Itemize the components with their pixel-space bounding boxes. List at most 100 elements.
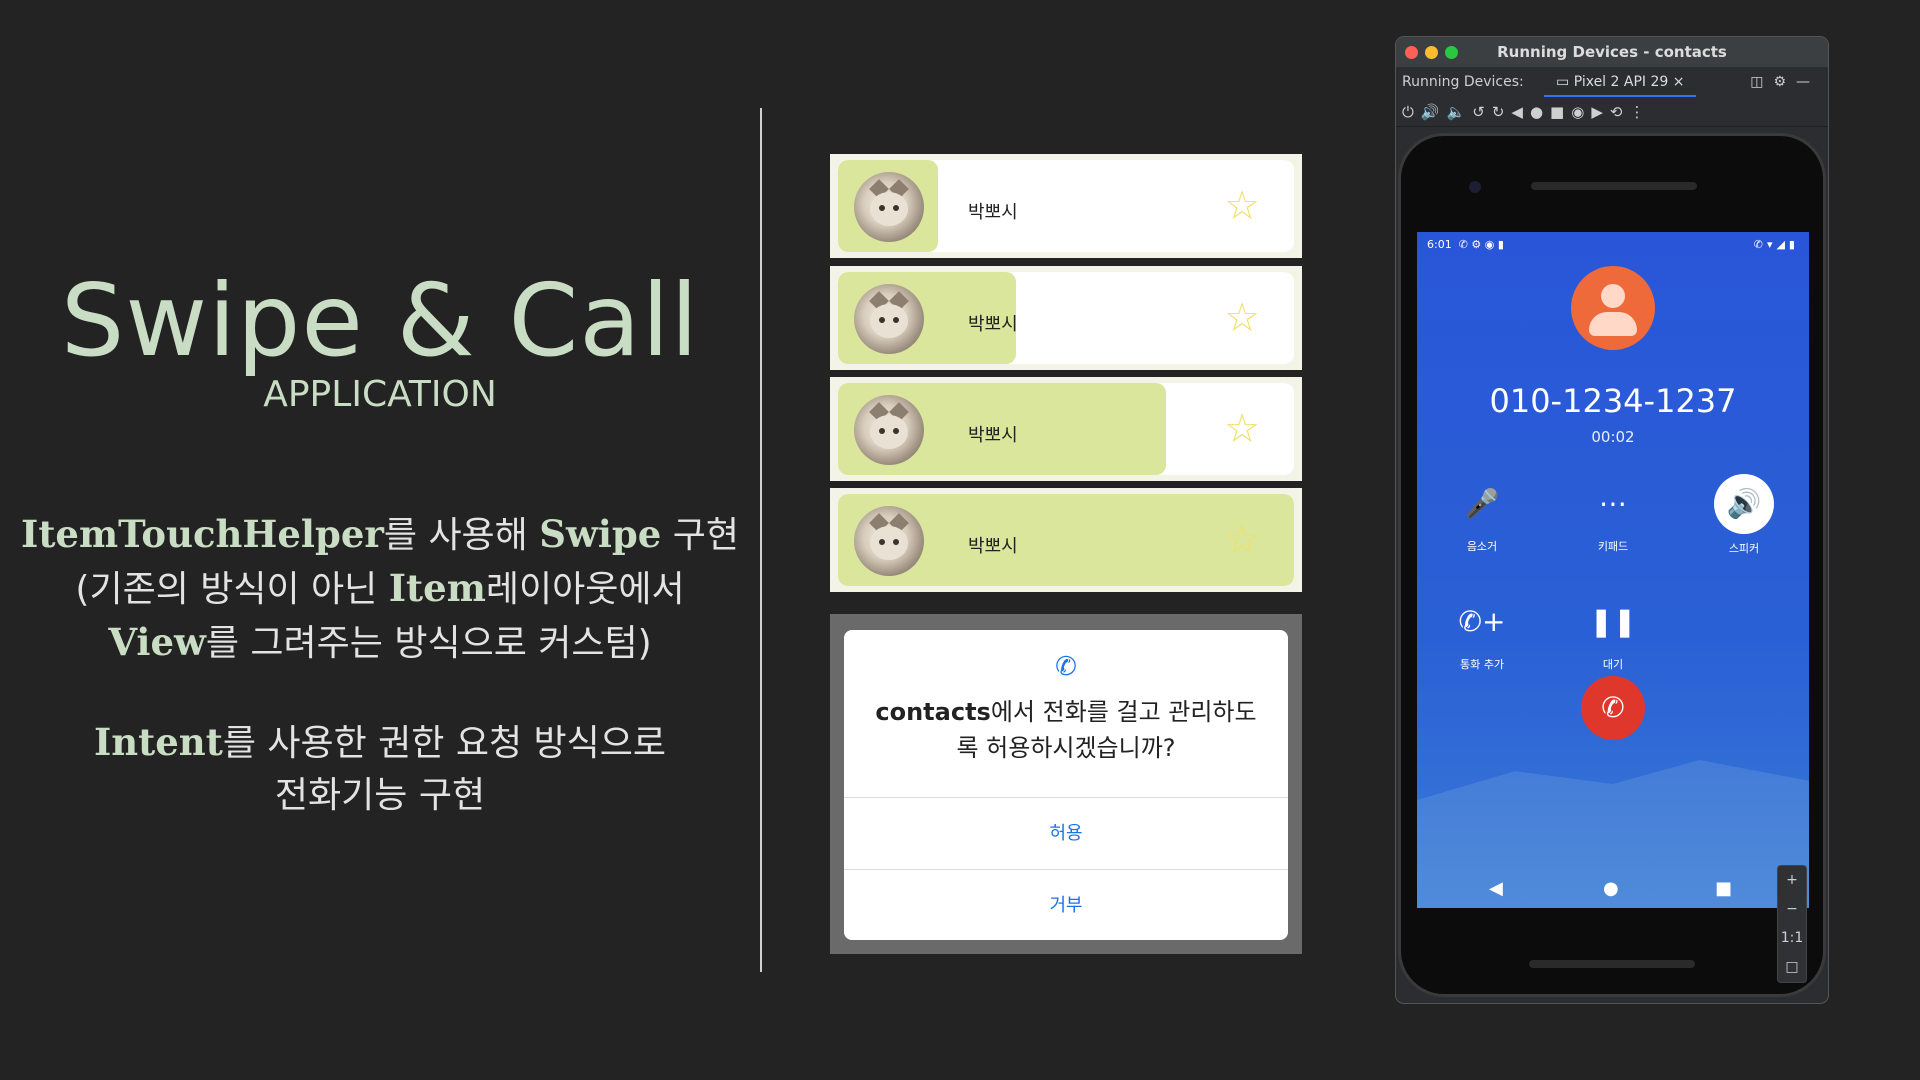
close-tab-icon[interactable]: × — [1673, 74, 1685, 90]
contact-card[interactable]: 박뽀시 ☆ — [838, 272, 1294, 364]
hide-icon[interactable]: — — [1796, 74, 1820, 90]
bold-term: Item — [388, 566, 486, 610]
record-icon[interactable]: ▶ — [1591, 103, 1610, 121]
emulator-window: Running Devices - contacts Running Devic… — [1395, 36, 1829, 1004]
desc-line: Intent를 사용한 권한 요청 방식으로 — [0, 716, 760, 770]
hold-button[interactable]: ❚❚ 대기 — [1568, 594, 1658, 672]
permission-dialog-overlay: ✆ contacts에서 전화를 걸고 관리하도 록 허용하시겠습니까? 허용 … — [830, 614, 1302, 954]
slide-title: Swipe & Call — [60, 262, 700, 379]
gear-icon[interactable]: ⚙ — [1773, 74, 1796, 90]
contact-card[interactable]: 박뽀시 ☆ — [838, 494, 1294, 586]
contact-avatar — [854, 395, 924, 465]
more-icon[interactable]: ⋮ — [1629, 103, 1651, 121]
status-icons-left: ✆ ⚙ ◉ ▮ — [1451, 238, 1504, 251]
text: (기존의 방식이 아닌 — [75, 569, 389, 610]
person-head — [1601, 284, 1625, 308]
dialog-message: contacts에서 전화를 걸고 관리하도 록 허용하시겠습니까? — [844, 694, 1288, 766]
bold-term: View — [108, 620, 206, 664]
contact-avatar — [854, 172, 924, 242]
zoom-actual-size-button[interactable]: 1:1 — [1778, 924, 1806, 953]
list-item[interactable]: 박뽀시 ☆ — [830, 488, 1302, 592]
keypad-button[interactable]: ⋯ 키패드 — [1568, 476, 1658, 554]
volume-down-icon[interactable]: 🔈 — [1447, 103, 1473, 121]
description-swipe: ItemTouchHelper를 사용해 Swipe 구현 (기존의 방식이 아… — [0, 508, 760, 670]
dialpad-icon: ⋯ — [1599, 487, 1627, 520]
mute-button[interactable]: 🎤 음소거 — [1437, 476, 1527, 554]
nav-back-icon[interactable]: ◀ — [1489, 878, 1503, 899]
camera-icon[interactable]: ◉ — [1571, 103, 1591, 121]
speaker-button[interactable]: 🔊 스피커 — [1699, 474, 1789, 556]
tab-label: Pixel 2 API 29 — [1573, 74, 1669, 90]
deny-button[interactable]: 거부 — [844, 870, 1288, 940]
nav-recents-icon[interactable]: ■ — [1715, 878, 1732, 899]
allow-button[interactable]: 허용 — [844, 798, 1288, 870]
star-outline-icon[interactable]: ☆ — [1224, 298, 1260, 338]
volume-up-icon[interactable]: 🔊 — [1421, 103, 1447, 121]
text: 를 그려주는 방식으로 커스텀) — [205, 623, 652, 664]
contact-name: 박뽀시 — [968, 536, 1018, 557]
nav-home-icon[interactable]: ● — [1603, 878, 1619, 899]
zoom-in-button[interactable]: + — [1778, 866, 1806, 895]
earpiece-speaker — [1531, 182, 1697, 190]
contact-card[interactable]: 박뽀시 ☆ — [838, 160, 1294, 252]
person-body — [1589, 312, 1637, 336]
control-label: 스피커 — [1728, 542, 1760, 555]
layout-icon[interactable]: ◫ — [1750, 74, 1773, 90]
status-bar: 6:01 ✆ ⚙ ◉ ▮ ✆▾◢▮ — [1417, 232, 1809, 256]
phone-icon: ✆ — [1055, 652, 1077, 682]
contact-name: 박뽀시 — [968, 202, 1018, 223]
bottom-speaker — [1529, 960, 1695, 968]
android-nav-bar: ◀ ● ■ — [1417, 872, 1809, 908]
zoom-out-button[interactable]: − — [1778, 895, 1806, 924]
rotate-right-icon[interactable]: ↻ — [1492, 103, 1512, 121]
zoom-controls: + − 1:1 □ — [1777, 865, 1807, 983]
home-icon[interactable]: ● — [1530, 103, 1550, 121]
list-item[interactable]: 박뽀시 ☆ — [830, 154, 1302, 258]
status-icons-right: ✆▾◢▮ — [1753, 238, 1799, 251]
power-icon[interactable]: ⏻ — [1402, 103, 1421, 121]
star-outline-icon[interactable]: ☆ — [1224, 520, 1260, 560]
text: 구현 — [661, 515, 739, 556]
text: 를 사용한 권한 요청 방식으로 — [222, 723, 667, 764]
rotate-left-icon[interactable]: ↺ — [1472, 103, 1492, 121]
text: 록 허용하시겠습니까? — [956, 734, 1176, 762]
add-call-button[interactable]: ✆+ 통화 추가 — [1437, 594, 1527, 672]
overview-icon[interactable]: ■ — [1550, 103, 1571, 121]
list-item[interactable]: 박뽀시 ☆ — [830, 266, 1302, 370]
bold-term: Swipe — [539, 512, 662, 556]
caller-avatar — [1571, 266, 1655, 350]
window-titlebar: Running Devices - contacts — [1396, 37, 1828, 67]
control-label: 대기 — [1602, 658, 1624, 671]
vertical-divider — [760, 108, 762, 972]
devices-bar: Running Devices: ▭ Pixel 2 API 29 × ◫⚙— — [1396, 67, 1828, 97]
contact-avatar — [854, 284, 924, 354]
window-title: Running Devices - contacts — [1497, 43, 1727, 61]
contact-card[interactable]: 박뽀시 ☆ — [838, 383, 1294, 475]
call-timer: 00:02 — [1591, 428, 1635, 446]
front-camera — [1469, 181, 1481, 193]
star-outline-icon[interactable]: ☆ — [1224, 409, 1260, 449]
zoom-fit-icon[interactable]: □ — [1778, 953, 1806, 982]
maximize-window-button[interactable] — [1445, 46, 1458, 59]
tab-pixel-device[interactable]: ▭ Pixel 2 API 29 × — [1544, 67, 1697, 97]
app-name: contacts — [875, 698, 991, 726]
pause-icon: ❚❚ — [1589, 605, 1637, 638]
description-call: Intent를 사용한 권한 요청 방식으로 전화기능 구현 — [0, 716, 760, 822]
list-item[interactable]: 박뽀시 ☆ — [830, 377, 1302, 481]
reset-icon[interactable]: ⟲ — [1610, 103, 1630, 121]
back-icon[interactable]: ◀ — [1511, 103, 1530, 121]
device-icon: ▭ — [1556, 74, 1570, 90]
speaker-icon: 🔊 — [1714, 474, 1774, 534]
desc-line: ItemTouchHelper를 사용해 Swipe 구현 — [0, 508, 760, 562]
contact-avatar — [854, 506, 924, 576]
hang-up-button[interactable]: ✆ — [1581, 676, 1645, 740]
running-devices-label: Running Devices: — [1402, 74, 1524, 90]
star-outline-icon[interactable]: ☆ — [1224, 186, 1260, 226]
minimize-window-button[interactable] — [1425, 46, 1438, 59]
desc-line: View를 그려주는 방식으로 커스텀) — [0, 616, 760, 670]
phone-number: 010-1234-1237 — [1489, 382, 1737, 420]
desc-line: (기존의 방식이 아닌 Item레이아웃에서 — [0, 562, 760, 616]
close-window-button[interactable] — [1405, 46, 1418, 59]
slide-subtitle: APPLICATION — [263, 374, 497, 415]
hang-up-icon: ✆ — [1601, 691, 1625, 724]
